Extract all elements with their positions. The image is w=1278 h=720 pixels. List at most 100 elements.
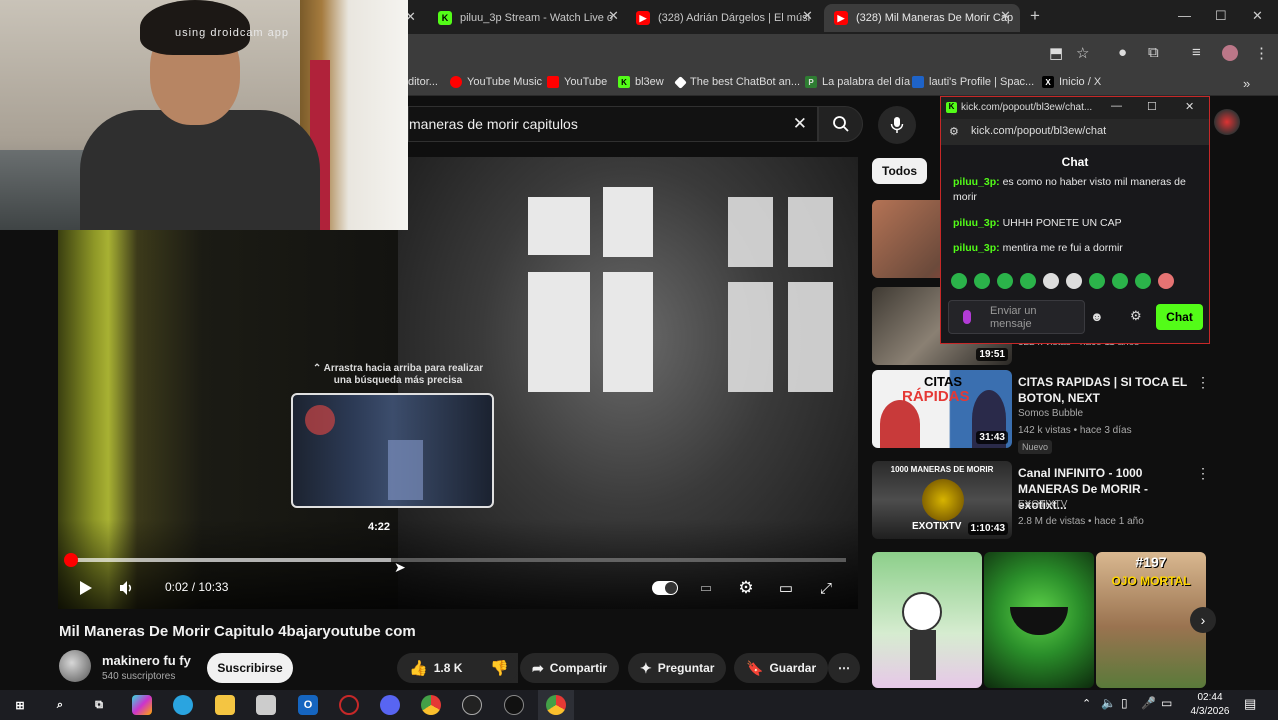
chat-settings-icon[interactable]: ⚙ (1130, 308, 1142, 324)
task-view-icon[interactable]: ⧉ (89, 695, 109, 715)
bookmark-chatbot[interactable]: The best ChatBot an... (674, 75, 800, 89)
outlook-icon[interactable]: O (298, 695, 318, 715)
recommendation-item[interactable]: CITAS RÁPIDAS 31:43 CITAS RAPIDAS | SI T… (872, 370, 1212, 454)
emote-icon[interactable] (974, 273, 990, 289)
emote-icon[interactable] (1158, 273, 1174, 289)
profile-avatar[interactable] (1222, 45, 1238, 61)
bookmark-spacehey[interactable]: lauti's Profile | Spac... (912, 76, 1034, 88)
tab-youtube-dargelos[interactable]: ▶ (328) Adrián Dárgelos | El músi (626, 4, 820, 32)
bookmark-item[interactable]: ditor... (408, 76, 438, 88)
short-item[interactable] (872, 552, 982, 688)
windows-start-icon[interactable]: ⊞ (10, 695, 30, 715)
volume-icon[interactable]: 🔈 (1101, 696, 1116, 710)
reading-list-icon[interactable]: ≡ (1192, 44, 1201, 61)
search-button[interactable] (818, 106, 863, 142)
file-explorer-icon[interactable] (215, 695, 235, 715)
shorts-next-button[interactable]: › (1190, 607, 1216, 633)
progress-scrubber[interactable] (64, 553, 78, 567)
tab-close-icon[interactable]: ✕ (802, 8, 813, 24)
clear-search-icon[interactable]: ✕ (793, 114, 807, 134)
fullscreen-icon: ⤢ (819, 579, 832, 597)
recommendation-item[interactable]: 1000 MANERAS DE MORIR EXOTIXTV 1:10:43 C… (872, 461, 1212, 539)
bookmark-star-icon[interactable]: ☆ (1076, 44, 1089, 62)
emote-icon[interactable] (951, 273, 967, 289)
channel-avatar[interactable] (59, 650, 91, 682)
microphone-icon (890, 117, 904, 133)
maximize-icon[interactable]: ☐ (1215, 8, 1227, 24)
emote-icon[interactable] (1089, 273, 1105, 289)
new-tab-button[interactable]: + (1030, 6, 1040, 26)
microsoft-store-icon[interactable] (256, 695, 276, 715)
site-info-icon[interactable]: ⚙ (949, 125, 959, 138)
autoplay-toggle[interactable] (650, 573, 680, 603)
filter-chip-all[interactable]: Todos (872, 158, 928, 184)
bookmark-bl3ew[interactable]: Kbl3ew (618, 76, 664, 88)
edge-icon[interactable] (173, 695, 193, 715)
popout-address-bar[interactable]: ⚙ kick.com/popout/bl3ew/chat (941, 119, 1209, 145)
tab-youtube-mil-maneras[interactable]: ▶ (328) Mil Maneras De Morir Cap (824, 4, 1020, 32)
more-options-icon[interactable]: ⋮ (1196, 374, 1210, 391)
tab-close-icon[interactable]: ✕ (1000, 8, 1011, 24)
chrome-icon[interactable] (421, 695, 441, 715)
close-icon[interactable]: ✕ (1185, 100, 1194, 113)
dislike-button[interactable]: 👎 (478, 653, 518, 683)
install-app-icon[interactable]: ⬒ (1049, 44, 1063, 62)
taskbar-active-chrome[interactable] (538, 690, 574, 720)
search-input[interactable]: maneras de morir capitulos ✕ (408, 106, 818, 142)
bookmark-youtube-music[interactable]: YouTube Music (450, 76, 542, 88)
copilot-icon[interactable] (132, 695, 152, 715)
emote-icon[interactable] (1112, 273, 1128, 289)
youtube-music-icon (450, 76, 462, 88)
share-button[interactable]: ➦ Compartir (520, 653, 620, 683)
minimize-icon[interactable]: — (1178, 8, 1191, 23)
subscribe-button[interactable]: Suscribirse (207, 653, 293, 683)
close-window-icon[interactable]: ✕ (1252, 8, 1263, 24)
short-item[interactable] (984, 552, 1094, 688)
subtitles-button[interactable]: ▭ (691, 573, 721, 603)
theater-mode-button[interactable]: ▭ (771, 573, 801, 603)
emote-icon[interactable] (1066, 273, 1082, 289)
bookmark-palabra[interactable]: P La palabra del día (805, 76, 910, 88)
channel-name[interactable]: makinero fu fy (102, 653, 191, 668)
fullscreen-button[interactable]: ⤢ (811, 573, 841, 603)
tab-kick-stream[interactable]: K piluu_3p Stream - Watch Live o (428, 4, 624, 32)
bookmark-youtube[interactable]: YouTube (547, 76, 607, 88)
search-icon[interactable]: ⌕ (50, 695, 70, 715)
microphone-tray-icon[interactable]: 🎤 (1141, 696, 1156, 710)
maximize-icon[interactable]: ☐ (1147, 100, 1157, 113)
bookmarks-overflow-icon[interactable]: » (1243, 76, 1250, 91)
opera-icon[interactable] (339, 695, 359, 715)
notifications-icon[interactable]: ▤ (1244, 696, 1256, 712)
video-title: CITAS RAPIDAS | SI TOCA EL BOTON, NEXT (1018, 375, 1187, 405)
account-avatar[interactable] (1214, 109, 1240, 135)
ask-button[interactable]: ✦ Preguntar (628, 653, 727, 683)
tray-overflow-icon[interactable]: ⌃ (1082, 697, 1091, 710)
network-icon[interactable]: ▭ (1161, 696, 1172, 710)
shorts-shelf: #197 OJO MORTAL › (872, 552, 1216, 688)
volume-button[interactable] (113, 573, 141, 603)
save-button[interactable]: 🔖 Guardar (734, 653, 829, 683)
more-actions-button[interactable]: ⋯ (828, 653, 860, 683)
emote-icon[interactable] (1043, 273, 1059, 289)
settings-button[interactable]: ⚙ (731, 573, 761, 603)
app-icon[interactable] (504, 695, 524, 715)
tab-close-icon[interactable]: ✕ (608, 8, 619, 24)
chat-message-input[interactable]: Enviar un mensaje ☻ (948, 300, 1104, 334)
extension-icon[interactable]: ● (1118, 44, 1127, 61)
bookmark-x[interactable]: X Inicio / X (1042, 76, 1101, 88)
taskbar-clock[interactable]: 02:44 4/3/2026 (1188, 690, 1232, 719)
emote-icon[interactable] (1020, 273, 1036, 289)
voice-search-button[interactable] (878, 106, 916, 144)
menu-icon[interactable]: ⋮ (1254, 44, 1269, 62)
minimize-icon[interactable]: — (1111, 100, 1122, 112)
chat-send-button[interactable]: Chat (1156, 304, 1203, 330)
emote-icon[interactable] (1135, 273, 1151, 289)
play-button[interactable] (72, 573, 100, 603)
obs-icon[interactable] (462, 695, 482, 715)
puzzle-icon[interactable]: ⧉ (1148, 44, 1159, 61)
emoji-icon[interactable]: ☻ (1090, 309, 1104, 324)
battery-icon[interactable]: ▯ (1121, 696, 1128, 710)
more-options-icon[interactable]: ⋮ (1196, 465, 1210, 482)
emote-icon[interactable] (997, 273, 1013, 289)
discord-icon[interactable] (380, 695, 400, 715)
